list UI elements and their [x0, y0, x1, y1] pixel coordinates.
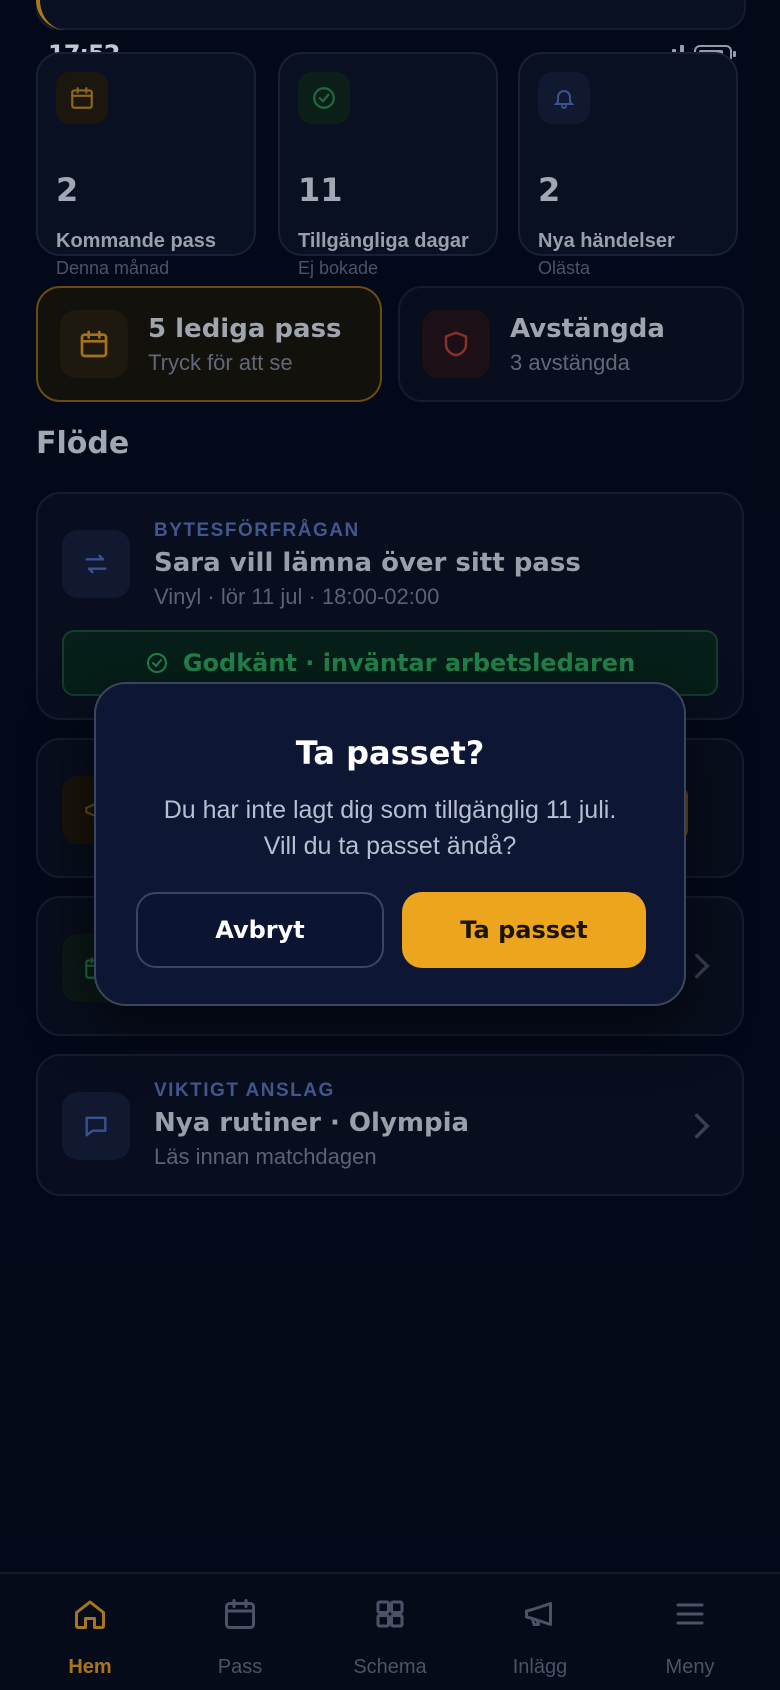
calendar-icon — [222, 1596, 258, 1637]
tab-pass[interactable]: Pass — [165, 1574, 315, 1690]
dialog-title: Ta passet? — [295, 734, 485, 772]
take-shift-button[interactable]: Ta passet — [402, 892, 646, 968]
dialog-message: Du har inte lagt dig som tillgänglig 11 … — [116, 792, 664, 864]
grid-icon — [372, 1596, 408, 1637]
tab-menu[interactable]: Meny — [615, 1574, 765, 1690]
tab-label: Hem — [68, 1656, 112, 1678]
tab-posts[interactable]: Inlägg — [465, 1574, 615, 1690]
megaphone-icon — [522, 1596, 558, 1637]
take-shift-dialog: Ta passet? Du har inte lagt dig som till… — [94, 682, 686, 1006]
tab-label: Schema — [353, 1656, 427, 1678]
tab-schedule[interactable]: Schema — [315, 1574, 465, 1690]
bottom-tab-bar: Hem Pass Schema Inlägg Meny — [0, 1572, 780, 1690]
cancel-button[interactable]: Avbryt — [136, 892, 384, 968]
tab-label: Meny — [665, 1656, 715, 1678]
dialog-message-line: Vill du ta passet ändå? — [263, 832, 517, 860]
home-icon — [72, 1596, 108, 1637]
tab-label: Inlägg — [512, 1656, 568, 1678]
menu-icon — [672, 1596, 708, 1637]
dialog-message-line: Du har inte lagt dig som tillgänglig 11 … — [163, 796, 617, 824]
tab-label: Pass — [217, 1656, 263, 1678]
tab-home[interactable]: Hem — [15, 1574, 165, 1690]
